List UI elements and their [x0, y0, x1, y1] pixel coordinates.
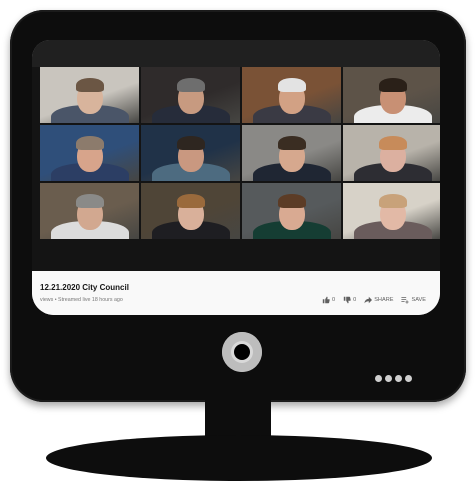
indicator-dots [375, 375, 412, 382]
participant-tile [242, 125, 341, 181]
save-button[interactable]: SAVE [401, 296, 426, 304]
participant-grid [40, 67, 440, 239]
monitor-bezel: 12.21.2020 City Council views • Streamed… [10, 10, 466, 402]
save-label: SAVE [411, 297, 426, 303]
monitor-screen: 12.21.2020 City Council views • Streamed… [32, 40, 440, 315]
participant-tile [242, 183, 341, 239]
dislike-button[interactable]: 0 [343, 296, 356, 304]
participant-hair [176, 78, 205, 93]
participant-hair [75, 78, 104, 93]
participant-hair [378, 194, 407, 209]
indicator-dot [395, 375, 402, 382]
participant-hair [75, 194, 104, 209]
share-arrow-icon [364, 296, 373, 304]
thumbs-up-icon [322, 296, 330, 304]
video-actions: 0 0 SHARE SAVE [322, 296, 426, 304]
participant-hair [378, 136, 407, 151]
participant-tile [343, 125, 440, 181]
participant-tile [141, 183, 240, 239]
indicator-dot [375, 375, 382, 382]
video-top-band [32, 40, 440, 67]
webcam-lens [222, 332, 262, 372]
participant-hair [75, 136, 104, 151]
participant-hair [277, 136, 306, 151]
indicator-dot [385, 375, 392, 382]
participant-tile [343, 183, 440, 239]
participant-hair [378, 78, 407, 93]
video-meta: views • Streamed live 18 hours ago [40, 297, 123, 303]
participant-tile [40, 183, 139, 239]
playlist-add-icon [401, 297, 410, 304]
monitor-base [46, 435, 432, 481]
indicator-dot [405, 375, 412, 382]
share-label: SHARE [374, 297, 394, 303]
participant-hair [277, 194, 306, 209]
dislike-count: 0 [353, 297, 357, 303]
participant-tile [141, 67, 240, 123]
video-title[interactable]: 12.21.2020 City Council [40, 283, 129, 292]
participant-tile [40, 67, 139, 123]
participant-hair [277, 78, 306, 93]
participant-tile [141, 125, 240, 181]
thumbs-down-icon [343, 296, 351, 304]
participant-tile [343, 67, 440, 123]
like-button[interactable]: 0 [322, 296, 335, 304]
like-count: 0 [331, 297, 336, 303]
video-info-bar: 12.21.2020 City Council views • Streamed… [32, 271, 440, 315]
monitor-neck [205, 400, 271, 440]
video-player[interactable] [32, 40, 440, 271]
participant-tile [242, 67, 341, 123]
share-button[interactable]: SHARE [364, 296, 393, 304]
participant-tile [40, 125, 139, 181]
participant-hair [176, 194, 205, 209]
participant-hair [176, 136, 205, 151]
